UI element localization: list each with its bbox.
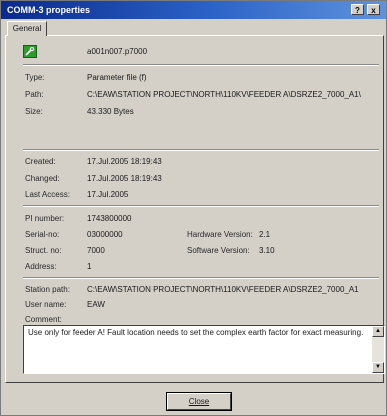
station-path-label: Station path: [25,285,70,294]
hardware-version-value: 2.1 [259,230,271,239]
size-value: 43.330 Bytes [87,107,134,116]
divider [23,149,379,151]
changed-label: Changed: [25,174,60,183]
comment-label: Comment: [25,315,62,324]
help-button[interactable]: ? [351,4,364,15]
divider [23,64,379,66]
divider [23,205,379,207]
tool-file-icon [23,45,37,58]
properties-dialog: COMM-3 properties ? x General a001n007.p… [0,0,387,416]
window-title: COMM-3 properties [7,5,91,15]
serial-no-label: Serial-no: [25,230,60,239]
created-value: 17.Jul.2005 18:19:43 [87,157,162,166]
software-version-value: 3.10 [259,246,275,255]
user-name-label: User name: [25,300,67,309]
comment-field[interactable]: Use only for feeder A! Fault location ne… [23,325,385,374]
path-value: C:\EAW\STATION PROJECT\NORTH\110KV\FEEDE… [87,90,361,99]
comment-scrollbar[interactable]: ▲ ▼ [372,326,384,373]
tab-general[interactable]: General [7,21,47,36]
address-value: 1 [87,262,92,271]
scroll-up-arrow-icon[interactable]: ▲ [372,326,384,337]
station-path-value: C:\EAW\STATION PROJECT\NORTH\110KV\FEEDE… [87,285,359,294]
close-button-label: Close [188,397,210,406]
hardware-version-label: Hardware Version: [187,230,253,239]
pi-number-value: 1743800000 [87,214,132,223]
serial-no-value: 03000000 [87,230,123,239]
scroll-down-arrow-icon[interactable]: ▼ [372,362,384,373]
divider [23,277,379,279]
software-version-label: Software Version: [187,246,250,255]
close-button[interactable]: Close [166,392,232,411]
pi-number-label: PI number: [25,214,65,223]
user-name-value: EAW [87,300,105,309]
size-label: Size: [25,107,43,116]
file-name: a001n007.p7000 [87,47,148,56]
created-label: Created: [25,157,56,166]
title-bar[interactable]: COMM-3 properties ? x [1,1,386,19]
struct-no-label: Struct. no: [25,246,62,255]
comment-text: Use only for feeder A! Fault location ne… [28,328,364,337]
last-access-label: Last Access: [25,190,70,199]
address-label: Address: [25,262,57,271]
type-label: Type: [25,73,45,82]
window-close-button[interactable]: x [367,4,380,15]
struct-no-value: 7000 [87,246,105,255]
changed-value: 17.Jul.2005 18:19:43 [87,174,162,183]
last-access-value: 17.Jul.2005 [87,190,129,199]
path-label: Path: [25,90,44,99]
type-value: Parameter file (f) [87,73,147,82]
